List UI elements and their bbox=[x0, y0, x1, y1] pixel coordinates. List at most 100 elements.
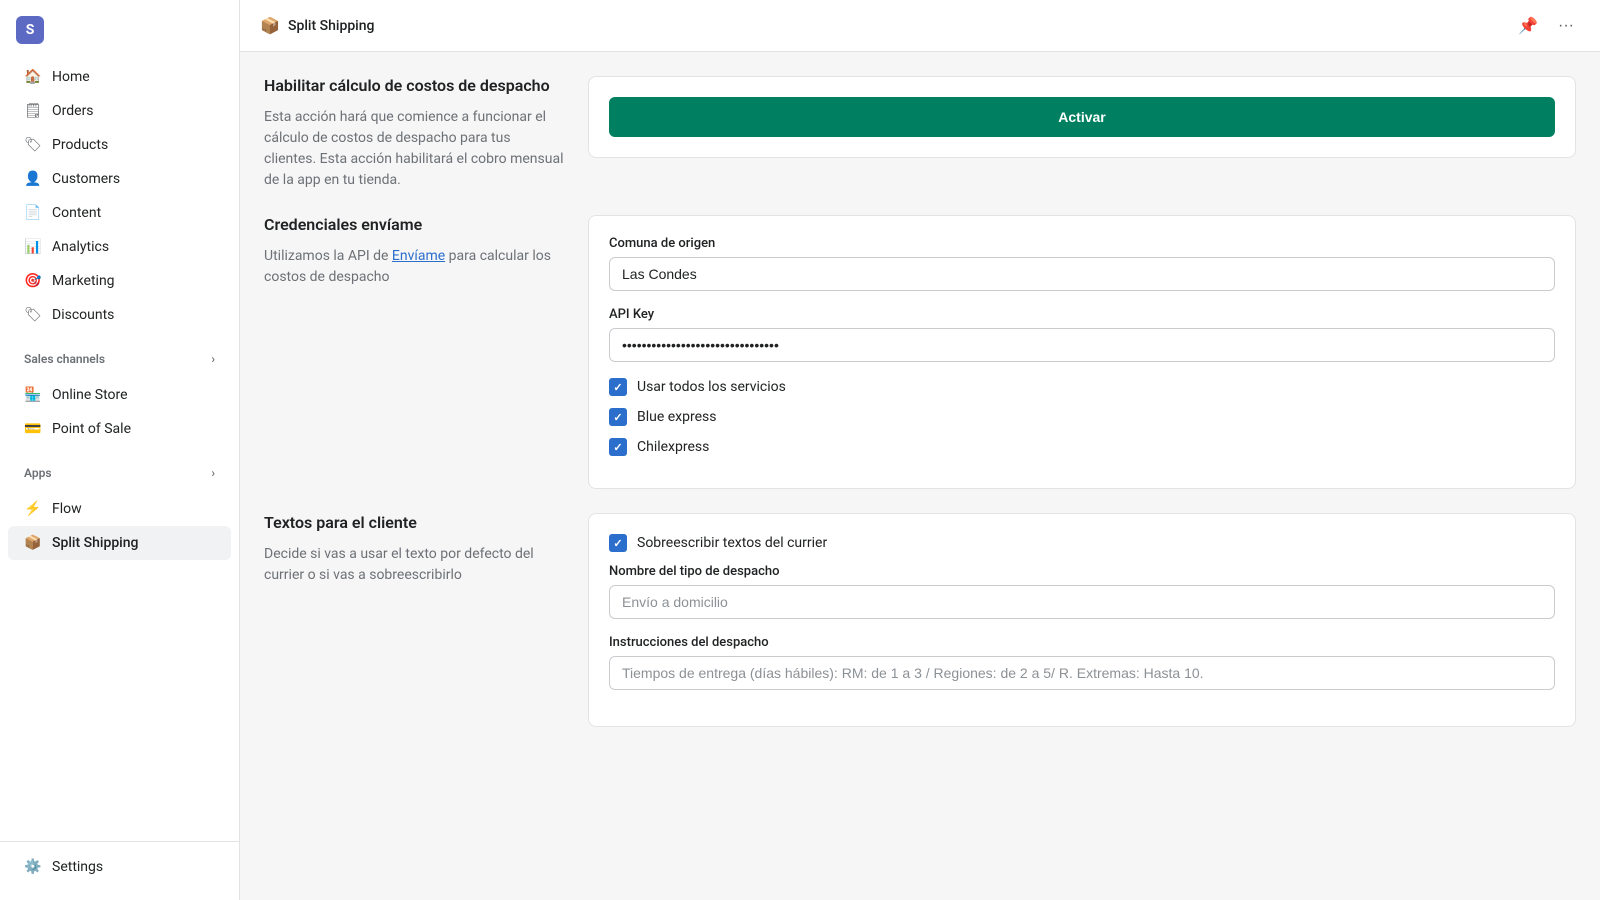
sidebar-item-flow[interactable]: ⚡ Flow bbox=[8, 492, 231, 526]
chevron-right-icon: › bbox=[211, 466, 215, 480]
credentials-title: Credenciales envíame bbox=[264, 215, 564, 234]
chevron-right-icon: › bbox=[211, 352, 215, 366]
enviame-link[interactable]: Envíame bbox=[392, 248, 445, 264]
sidebar-item-customers[interactable]: 👤 Customers bbox=[8, 162, 231, 196]
api-key-label: API Key bbox=[609, 307, 1555, 322]
sidebar-item-analytics[interactable]: 📊 Analytics bbox=[8, 230, 231, 264]
activate-button[interactable]: Activar bbox=[609, 97, 1555, 137]
checkbox-sobreescribir-label: Sobreescribir textos del currier bbox=[637, 535, 827, 551]
activate-text: Esta acción hará que comience a funciona… bbox=[264, 107, 564, 191]
sidebar-bottom: ⚙️ Settings bbox=[0, 841, 239, 900]
checkbox-todos[interactable]: ✓ bbox=[609, 378, 627, 396]
settings-icon: ⚙️ bbox=[24, 858, 42, 876]
activate-card: Activar bbox=[588, 76, 1576, 158]
sidebar-item-label: Settings bbox=[52, 859, 103, 875]
pos-icon: 💳 bbox=[24, 420, 42, 438]
credentials-text: Utilizamos la API de Envíame para calcul… bbox=[264, 246, 564, 288]
split-shipping-icon: 📦 bbox=[24, 534, 42, 552]
textos-section: Textos para el cliente Decide si vas a u… bbox=[264, 513, 1576, 727]
instrucciones-input[interactable] bbox=[609, 656, 1555, 690]
activate-title: Habilitar cálculo de costos de despacho bbox=[264, 76, 564, 95]
sidebar-logo: S bbox=[0, 0, 239, 52]
topbar-app-icon: 📦 bbox=[260, 16, 280, 36]
topbar: 📦 Split Shipping 📌 ··· bbox=[240, 0, 1600, 52]
topbar-actions: 📌 ··· bbox=[1512, 12, 1580, 40]
sidebar-item-label: Orders bbox=[52, 103, 94, 119]
apps-nav: ⚡ Flow 📦 Split Shipping bbox=[0, 484, 239, 568]
sidebar-item-discounts[interactable]: 🏷 Discounts bbox=[8, 298, 231, 332]
comuna-label: Comuna de origen bbox=[609, 236, 1555, 251]
activate-description: Habilitar cálculo de costos de despacho … bbox=[264, 76, 564, 191]
checkbox-chile-label: Chilexpress bbox=[637, 439, 709, 455]
sidebar-item-label: Customers bbox=[52, 171, 120, 187]
sidebar-item-label: Analytics bbox=[52, 239, 109, 255]
instrucciones-group: Instrucciones del despacho bbox=[609, 635, 1555, 690]
api-key-group: API Key bbox=[609, 307, 1555, 362]
sidebar-item-label: Marketing bbox=[52, 273, 115, 289]
sidebar-item-home[interactable]: 🏠 Home bbox=[8, 60, 231, 94]
online-store-icon: 🏪 bbox=[24, 386, 42, 404]
page-content: Habilitar cálculo de costos de despacho … bbox=[240, 52, 1600, 900]
sidebar-item-label: Content bbox=[52, 205, 101, 221]
sidebar-item-split-shipping[interactable]: 📦 Split Shipping bbox=[8, 526, 231, 560]
checkbox-blue[interactable]: ✓ bbox=[609, 408, 627, 426]
logo-icon: S bbox=[16, 16, 44, 44]
checkbox-blue-label: Blue express bbox=[637, 409, 716, 425]
pin-button[interactable]: 📌 bbox=[1512, 12, 1544, 40]
checkbox-chile-row: ✓ Chilexpress bbox=[609, 438, 1555, 456]
textos-text: Decide si vas a usar el texto por defect… bbox=[264, 544, 564, 586]
checkbox-blue-row: ✓ Blue express bbox=[609, 408, 1555, 426]
checkbox-chile[interactable]: ✓ bbox=[609, 438, 627, 456]
checkbox-sobreescribir-row: ✓ Sobreescribir textos del currier bbox=[609, 534, 1555, 552]
marketing-icon: 🎯 bbox=[24, 272, 42, 290]
nombre-input[interactable] bbox=[609, 585, 1555, 619]
sidebar-item-content[interactable]: 📄 Content bbox=[8, 196, 231, 230]
orders-icon: 🗒 bbox=[24, 102, 42, 120]
credentials-description: Credenciales envíame Utilizamos la API d… bbox=[264, 215, 564, 288]
textos-card: ✓ Sobreescribir textos del currier Nombr… bbox=[588, 513, 1576, 727]
products-icon: 🏷 bbox=[24, 136, 42, 154]
sidebar-item-marketing[interactable]: 🎯 Marketing bbox=[8, 264, 231, 298]
sidebar: S 🏠 Home 🗒 Orders 🏷 Products 👤 Customers… bbox=[0, 0, 240, 900]
home-icon: 🏠 bbox=[24, 68, 42, 86]
checkbox-todos-label: Usar todos los servicios bbox=[637, 379, 786, 395]
sales-channels-section: Sales channels › bbox=[0, 340, 239, 370]
textos-description: Textos para el cliente Decide si vas a u… bbox=[264, 513, 564, 586]
sidebar-item-label: Home bbox=[52, 69, 90, 85]
textos-title: Textos para el cliente bbox=[264, 513, 564, 532]
sidebar-item-online-store[interactable]: 🏪 Online Store bbox=[8, 378, 231, 412]
nombre-group: Nombre del tipo de despacho bbox=[609, 564, 1555, 619]
sidebar-item-label: Products bbox=[52, 137, 108, 153]
sidebar-item-label: Flow bbox=[52, 501, 82, 517]
customers-icon: 👤 bbox=[24, 170, 42, 188]
analytics-icon: 📊 bbox=[24, 238, 42, 256]
sidebar-item-orders[interactable]: 🗒 Orders bbox=[8, 94, 231, 128]
credentials-card: Comuna de origen API Key ✓ Usar todos lo… bbox=[588, 215, 1576, 489]
main-content: 📦 Split Shipping 📌 ··· Habilitar cálculo… bbox=[240, 0, 1600, 900]
topbar-title: Split Shipping bbox=[288, 18, 374, 34]
checkbox-todos-row: ✓ Usar todos los servicios bbox=[609, 378, 1555, 396]
flow-icon: ⚡ bbox=[24, 500, 42, 518]
more-button[interactable]: ··· bbox=[1552, 13, 1580, 39]
content-icon: 📄 bbox=[24, 204, 42, 222]
apps-section: Apps › bbox=[0, 454, 239, 484]
discounts-icon: 🏷 bbox=[24, 306, 42, 324]
sales-channels-nav: 🏪 Online Store 💳 Point of Sale bbox=[0, 370, 239, 454]
sidebar-item-label: Online Store bbox=[52, 387, 128, 403]
sidebar-item-settings[interactable]: ⚙️ Settings bbox=[8, 850, 231, 884]
api-key-input[interactable] bbox=[609, 328, 1555, 362]
sidebar-item-point-of-sale[interactable]: 💳 Point of Sale bbox=[8, 412, 231, 446]
sidebar-nav: 🏠 Home 🗒 Orders 🏷 Products 👤 Customers 📄… bbox=[0, 52, 239, 340]
nombre-label: Nombre del tipo de despacho bbox=[609, 564, 1555, 579]
sidebar-item-products[interactable]: 🏷 Products bbox=[8, 128, 231, 162]
activate-section: Habilitar cálculo de costos de despacho … bbox=[264, 76, 1576, 191]
sidebar-item-label: Point of Sale bbox=[52, 421, 131, 437]
sidebar-item-label: Split Shipping bbox=[52, 535, 138, 551]
comuna-input[interactable] bbox=[609, 257, 1555, 291]
instrucciones-label: Instrucciones del despacho bbox=[609, 635, 1555, 650]
topbar-left: 📦 Split Shipping bbox=[260, 16, 374, 36]
checkbox-sobreescribir[interactable]: ✓ bbox=[609, 534, 627, 552]
credentials-section: Credenciales envíame Utilizamos la API d… bbox=[264, 215, 1576, 489]
sidebar-item-label: Discounts bbox=[52, 307, 114, 323]
comuna-group: Comuna de origen bbox=[609, 236, 1555, 291]
